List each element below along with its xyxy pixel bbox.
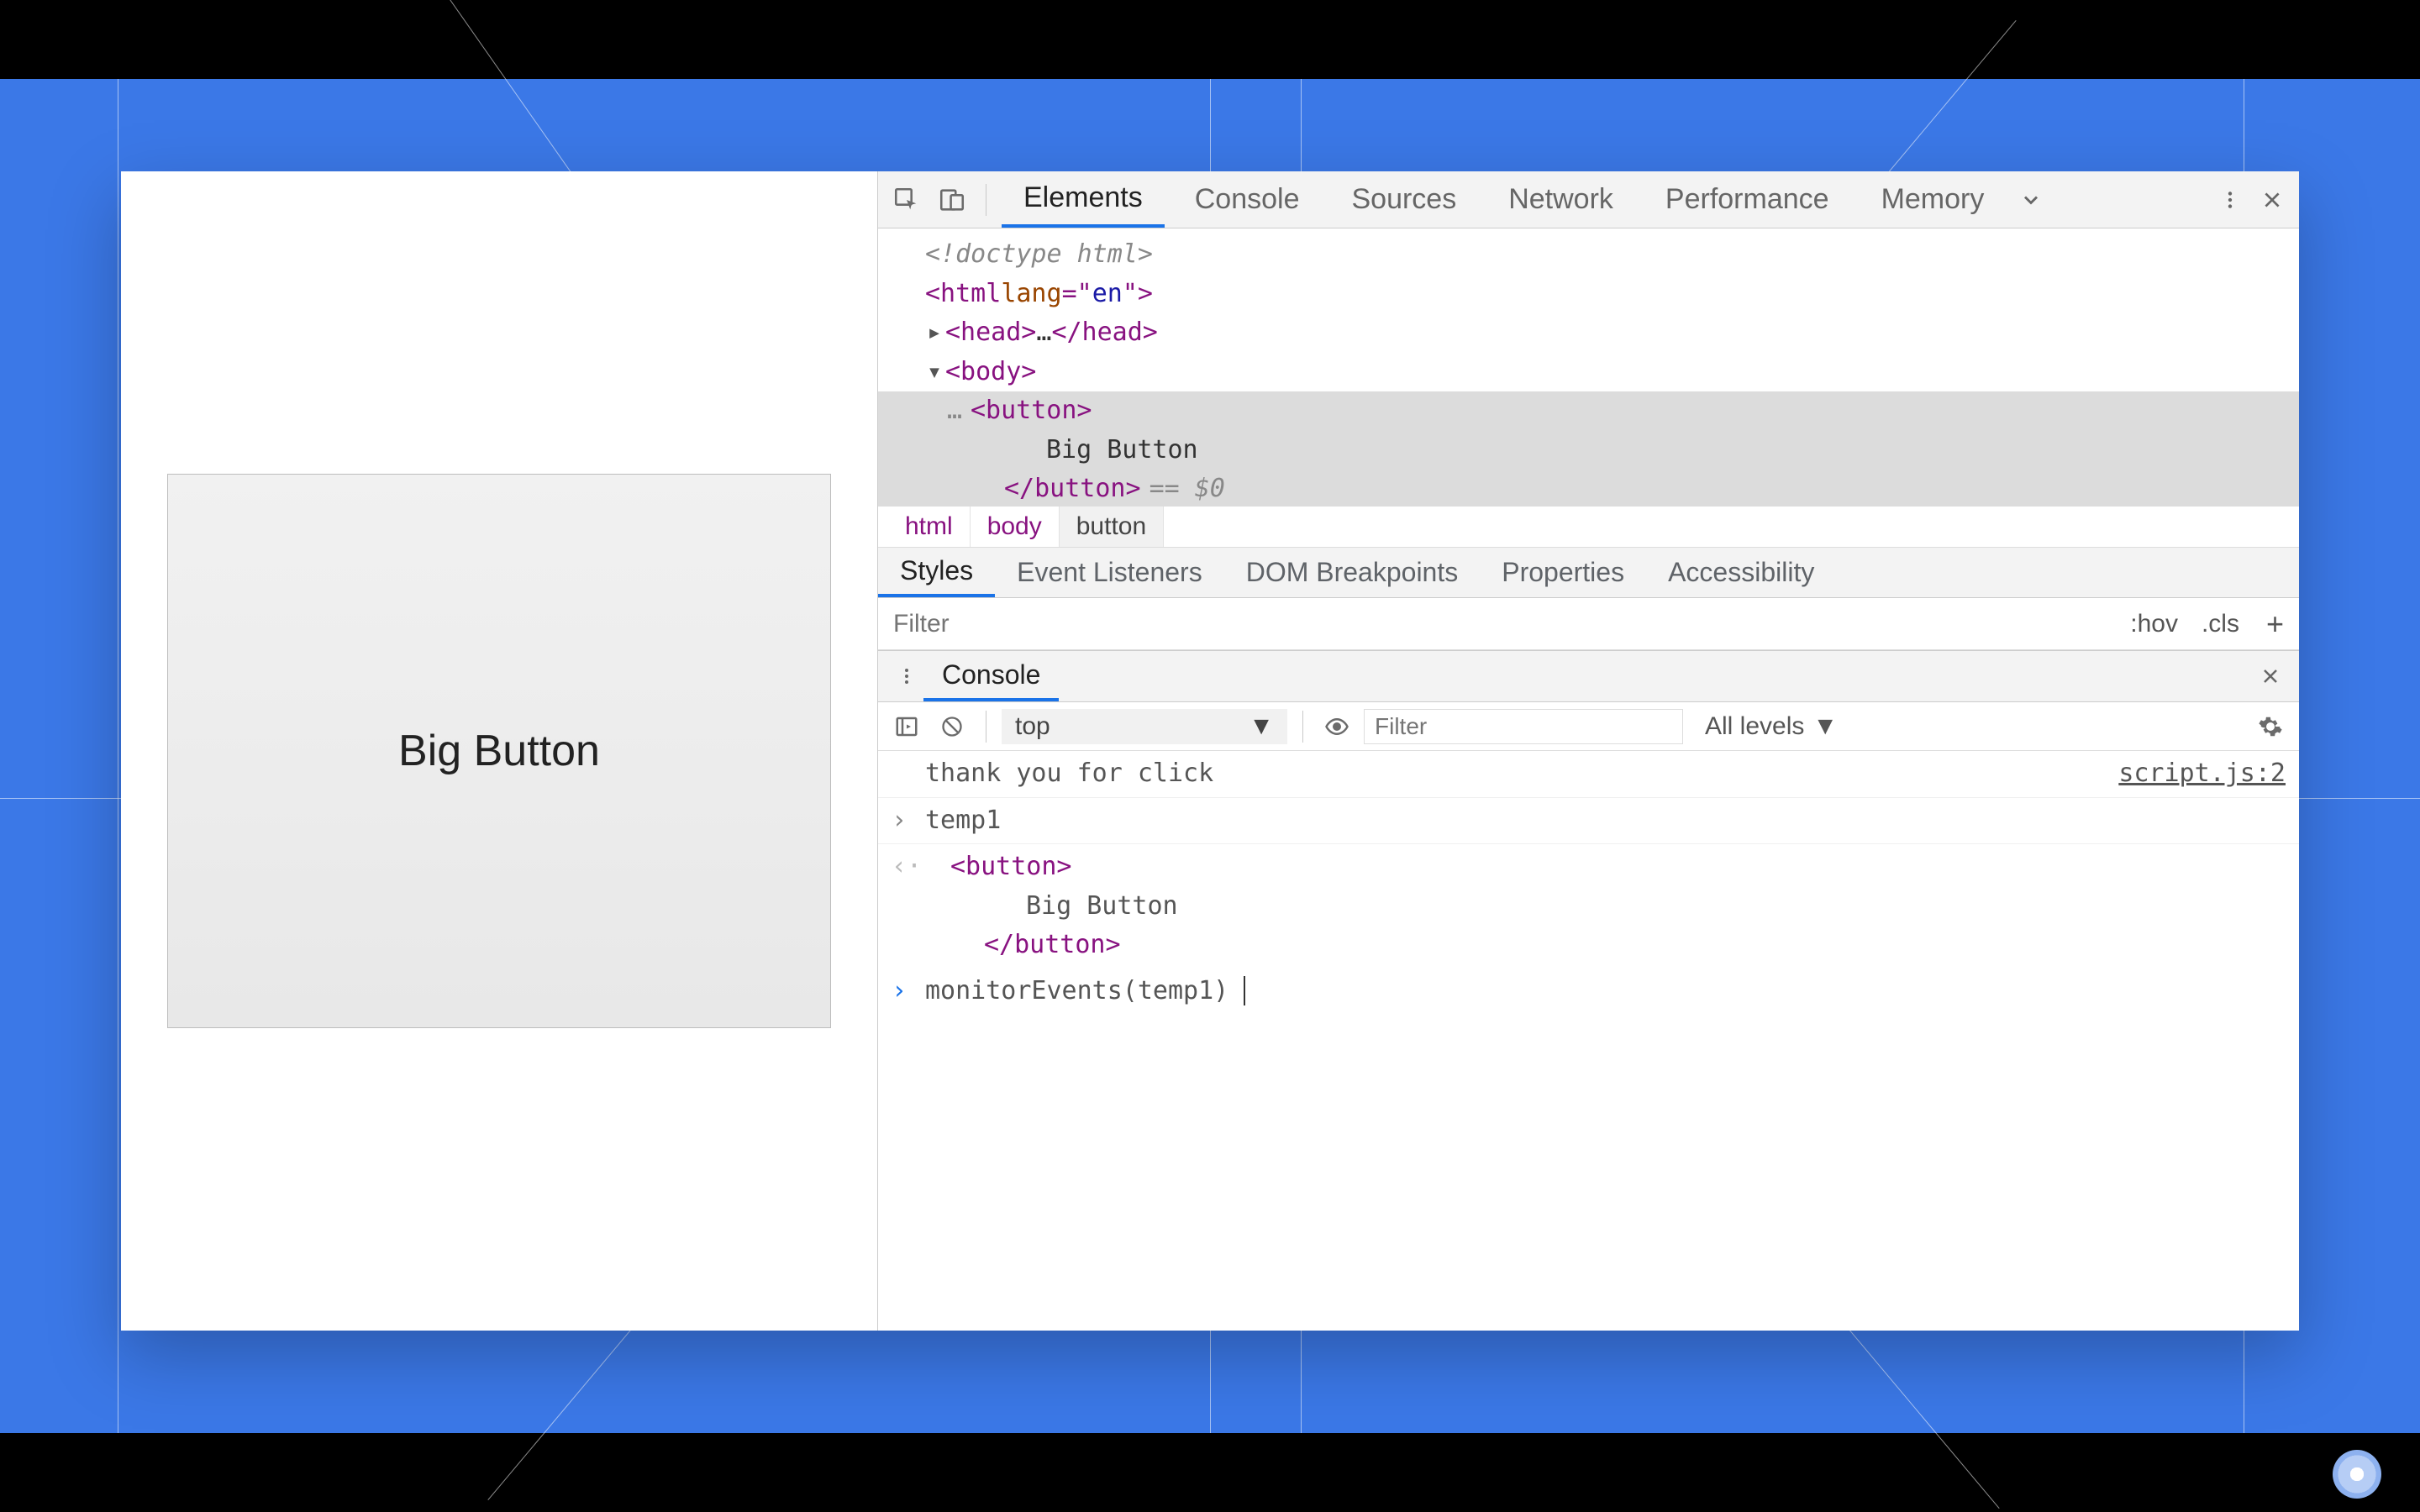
dom-node-body[interactable]: ▾<body>: [878, 353, 2299, 392]
styles-subtabs: Styles Event Listeners DOM Breakpoints P…: [878, 548, 2299, 598]
drawer-kebab-icon[interactable]: [890, 659, 923, 693]
add-style-rule-icon[interactable]: +: [2251, 606, 2299, 642]
drawer-tab-console[interactable]: Console: [923, 651, 1059, 701]
device-toggle-icon[interactable]: [934, 181, 971, 218]
chevron-down-icon: ▼: [1249, 712, 1274, 741]
console-body[interactable]: thank you for click script.js:2 › temp1 …: [878, 751, 2299, 1331]
inspect-element-icon[interactable]: [888, 181, 925, 218]
cls-toggle[interactable]: .cls: [2190, 610, 2251, 638]
styles-filter-input[interactable]: [878, 598, 2118, 649]
subtab-styles[interactable]: Styles: [878, 548, 995, 597]
console-output-row: ‹· <button> Big Button </button>: [878, 844, 2299, 969]
rendered-page: Big Button: [121, 171, 877, 1331]
execution-context-select[interactable]: top ▼: [1002, 709, 1287, 744]
console-output-text: Big Button: [1026, 891, 1178, 921]
tab-elements[interactable]: Elements: [1002, 171, 1165, 228]
console-current-input: monitorEvents(temp1): [925, 976, 1228, 1005]
close-devtools-icon[interactable]: [2255, 183, 2289, 217]
letterbox-top: [0, 0, 2420, 79]
toggle-console-sidebar-icon[interactable]: [888, 708, 925, 745]
subtab-dom-breakpoints[interactable]: DOM Breakpoints: [1224, 548, 1481, 597]
kebab-menu-icon[interactable]: [2213, 183, 2247, 217]
console-toolbar: top ▼ All levels ▼: [878, 702, 2299, 751]
devtools-panel: Elements Console Sources Network Perform…: [877, 171, 2299, 1331]
console-input-value: temp1: [925, 801, 2286, 841]
console-log-row: thank you for click script.js:2: [878, 751, 2299, 798]
slide-stage: Big Button Elements Console Sources Netw…: [0, 79, 2420, 1433]
chevron-down-icon: ▼: [1812, 712, 1838, 741]
dom-node-selected[interactable]: …<button> Big Button </button>== $0: [878, 391, 2299, 506]
tab-console[interactable]: Console: [1173, 171, 1322, 228]
dom-tree[interactable]: <!doctype html> <html lang="en"> ▸<head>…: [878, 228, 2299, 506]
levels-label: All levels: [1705, 712, 1804, 741]
crumb-button[interactable]: button: [1060, 507, 1164, 547]
console-input-row: › temp1: [878, 798, 2299, 845]
clear-console-icon[interactable]: [934, 708, 971, 745]
tab-sources[interactable]: Sources: [1329, 171, 1478, 228]
console-settings-icon[interactable]: [2252, 708, 2289, 745]
close-drawer-icon[interactable]: [2254, 659, 2287, 693]
live-expression-icon[interactable]: [1318, 708, 1355, 745]
log-levels-select[interactable]: All levels ▼: [1691, 712, 1851, 741]
separator: [1302, 711, 1303, 743]
subtab-properties[interactable]: Properties: [1480, 548, 1646, 597]
letterbox-bottom: [0, 1433, 2420, 1512]
browser-window: Big Button Elements Console Sources Netw…: [121, 171, 2299, 1331]
console-filter-input[interactable]: [1364, 709, 1683, 744]
crumb-body[interactable]: body: [971, 507, 1060, 547]
hov-toggle[interactable]: :hov: [2118, 610, 2190, 638]
crumb-html[interactable]: html: [888, 507, 971, 547]
subtab-accessibility[interactable]: Accessibility: [1646, 548, 1836, 597]
dom-node-html[interactable]: <html lang="en">: [878, 275, 2299, 314]
overflow-tabs-icon[interactable]: [2014, 183, 2048, 217]
dom-node-head[interactable]: ▸<head>…</head>: [878, 313, 2299, 353]
big-button[interactable]: Big Button: [167, 474, 831, 1028]
devtools-toolbar: Elements Console Sources Network Perform…: [878, 171, 2299, 228]
console-drawer-header: Console: [878, 650, 2299, 702]
context-label: top: [1015, 712, 1050, 741]
dom-node-doctype[interactable]: <!doctype html>: [878, 235, 2299, 275]
subtab-event-listeners[interactable]: Event Listeners: [995, 548, 1224, 597]
log-source-link[interactable]: script.js:2: [2118, 754, 2286, 794]
console-prompt-row[interactable]: › monitorEvents(temp1): [878, 969, 2299, 1015]
log-message: thank you for click: [925, 754, 2118, 794]
styles-filter-row: :hov .cls +: [878, 598, 2299, 650]
tab-network[interactable]: Network: [1486, 171, 1635, 228]
tab-performance[interactable]: Performance: [1644, 171, 1851, 228]
tab-memory[interactable]: Memory: [1860, 171, 2007, 228]
chrome-logo-icon: [2333, 1450, 2381, 1499]
breadcrumb: html body button: [878, 506, 2299, 548]
